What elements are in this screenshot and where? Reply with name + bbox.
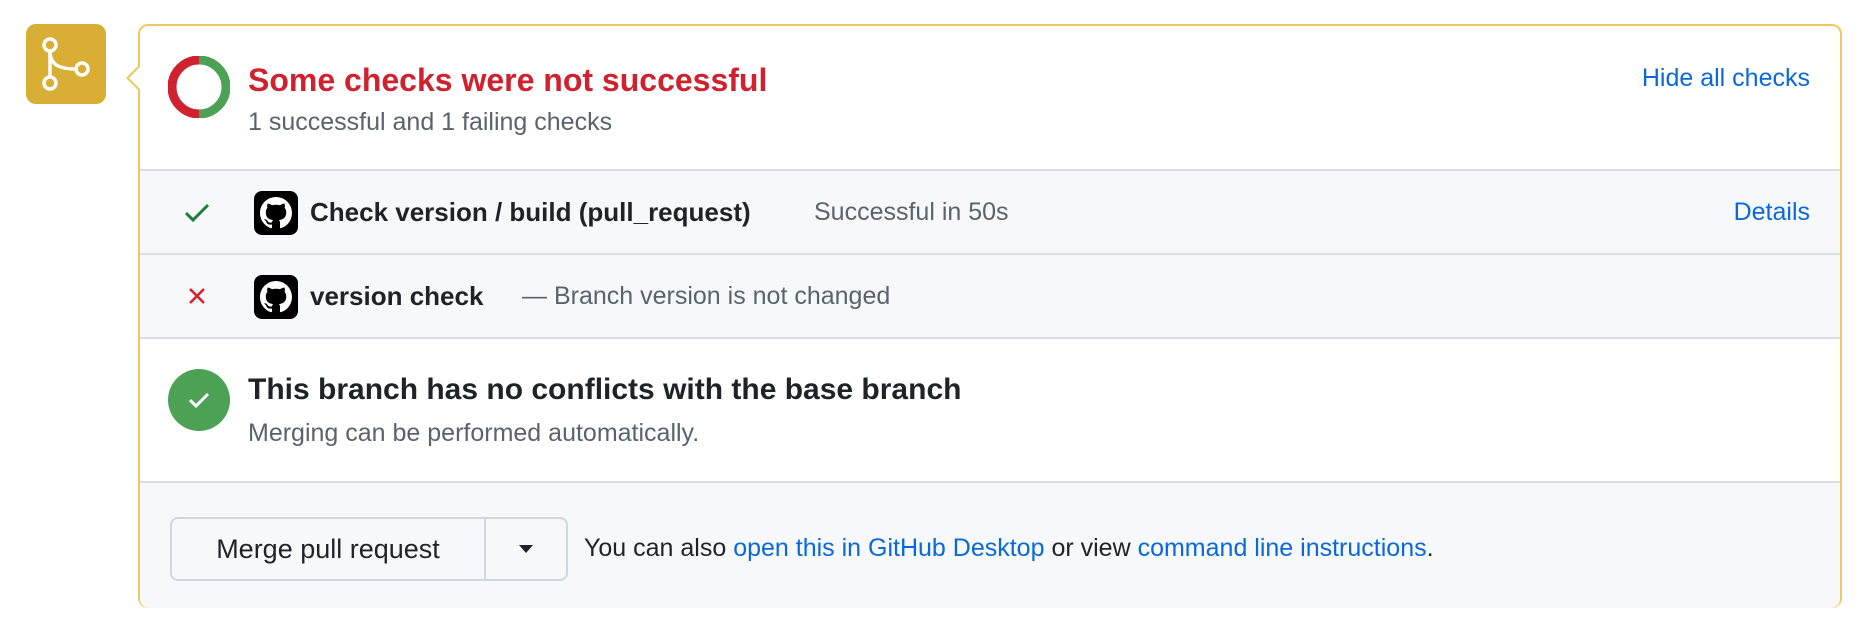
hide-all-checks-link[interactable]: Hide all checks bbox=[1642, 64, 1810, 93]
check-icon bbox=[184, 203, 210, 223]
conflicts-section: This branch has no conflicts with the ba… bbox=[140, 339, 1840, 483]
checks-status-title: Some checks were not successful bbox=[248, 62, 768, 98]
merge-section: Merge pull request You can also open thi… bbox=[140, 483, 1840, 608]
github-icon bbox=[254, 191, 298, 235]
command-line-instructions-link[interactable]: command line instructions bbox=[1138, 534, 1427, 562]
merge-button-group: Merge pull request bbox=[170, 517, 568, 581]
merge-text-prefix: You can also bbox=[584, 534, 727, 562]
check-details-link[interactable]: Details bbox=[1734, 198, 1810, 227]
check-row: version check — Branch version is not ch… bbox=[140, 255, 1840, 339]
github-icon bbox=[254, 275, 298, 319]
check-circle-icon bbox=[168, 369, 230, 431]
git-merge-icon bbox=[42, 37, 90, 91]
check-description: — Branch version is not changed bbox=[522, 282, 891, 310]
merge-box-panel: Some checks were not successful 1 succes… bbox=[126, 24, 1842, 608]
checks-status-section: Some checks were not successful 1 succes… bbox=[140, 26, 1840, 171]
checks-progress-ring-icon bbox=[168, 56, 230, 118]
merge-text-suffix: . bbox=[1426, 534, 1434, 562]
check-name: Check version / build (pull_request) bbox=[310, 197, 751, 227]
checks-status-summary: 1 successful and 1 failing checks bbox=[248, 108, 613, 136]
merge-method-dropdown-button[interactable] bbox=[486, 519, 566, 579]
merge-text-middle: or view bbox=[1051, 534, 1131, 562]
conflicts-subtitle: Merging can be performed automatically. bbox=[248, 419, 700, 447]
conflicts-title: This branch has no conflicts with the ba… bbox=[248, 373, 962, 406]
check-status-text: Successful in 50s bbox=[814, 198, 1009, 226]
git-merge-badge bbox=[26, 24, 106, 104]
x-icon bbox=[189, 288, 205, 304]
merge-pull-request-button[interactable]: Merge pull request bbox=[172, 519, 486, 579]
merge-alternatives-text: You can also open this in GitHub Desktop… bbox=[584, 534, 1434, 563]
check-row: Check version / build (pull_request) Suc… bbox=[140, 171, 1840, 255]
caret-down-icon bbox=[519, 545, 533, 553]
check-name: version check bbox=[310, 281, 484, 311]
open-in-github-desktop-link[interactable]: open this in GitHub Desktop bbox=[733, 534, 1044, 562]
